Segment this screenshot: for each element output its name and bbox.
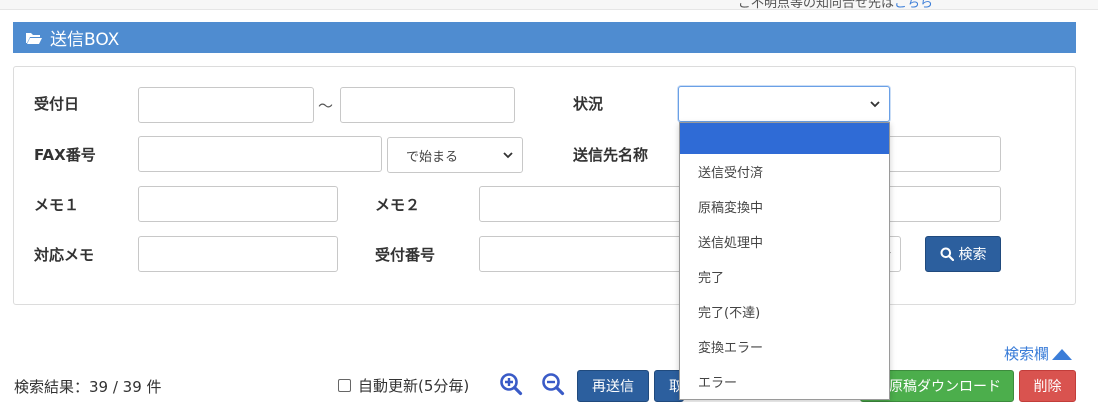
delete-button[interactable]: 削除 [1019,370,1076,402]
chevron-down-icon [870,101,880,108]
result-count: 検索結果：39 / 39 件 [14,378,162,396]
status-option-blank[interactable] [680,123,889,154]
contact-note: ご不明点等の知向合せ先はこちら [738,0,933,10]
search-area-toggle[interactable]: 検索欄 [1004,343,1073,364]
status-option-error[interactable]: エラー [680,364,889,399]
top-strip: ご不明点等の知向合せ先はこちら [0,0,1098,10]
status-option-completed[interactable]: 完了 [680,259,889,294]
memo1-input[interactable] [138,186,338,222]
search-area-toggle-label: 検索欄 [1004,345,1050,363]
search-button-label: 検索 [958,247,987,263]
status-select[interactable] [678,86,890,122]
label-status: 状況 [573,95,604,113]
delete-button-label: 削除 [1033,379,1062,395]
contact-link[interactable]: こちら [894,0,933,9]
status-dropdown-list: 送信受付済 原稿変換中 送信処理中 完了 完了(不達) 変換エラー エラー [679,122,890,400]
resend-button[interactable]: 再送信 [577,370,649,402]
label-response-memo: 対応メモ [34,246,95,264]
label-memo1: メモ１ [34,196,80,214]
section-title-bar: 送信BOX [13,22,1076,53]
status-option-converting[interactable]: 原稿変換中 [680,189,889,224]
search-button[interactable]: 検索 [925,236,1001,272]
download-button-label: 原稿ダウンロード [889,379,1001,395]
label-received-date: 受付日 [34,95,80,113]
chevron-up-icon [1052,348,1073,360]
fax-number-input[interactable] [138,136,382,172]
page-title: 送信BOX [50,30,120,50]
search-icon [940,247,954,261]
zoom-out-icon[interactable] [541,372,565,396]
received-date-from-input[interactable] [138,87,314,123]
auto-refresh-checkbox[interactable] [338,379,351,392]
range-separator: ～ [318,97,334,115]
zoom-in-icon[interactable] [499,372,523,396]
label-fax-number: FAX番号 [34,146,96,164]
auto-refresh-label: 自動更新(5分毎) [358,377,470,395]
chevron-down-icon [503,152,513,159]
received-date-to-input[interactable] [340,87,515,123]
fax-match-select[interactable]: で始まる [387,137,523,173]
folder-open-icon [26,32,42,44]
resend-button-label: 再送信 [592,379,634,395]
status-option-sending[interactable]: 送信処理中 [680,224,889,259]
contact-note-text: ご不明点等の知向合せ先は [738,0,895,10]
status-option-completed-undelivered[interactable]: 完了(不達) [680,294,889,329]
label-recipient-name: 送信先名称 [573,146,649,164]
auto-refresh[interactable]: 自動更新(5分毎) [338,375,469,396]
receipt-number-input[interactable] [479,236,684,272]
status-option-conversion-error[interactable]: 変換エラー [680,329,889,364]
label-receipt-number: 受付番号 [375,246,436,264]
label-memo2: メモ２ [375,196,421,214]
fax-match-value: で始まる [406,149,459,165]
status-option-sent-accepted[interactable]: 送信受付済 [680,154,889,189]
response-memo-input[interactable] [138,236,338,272]
